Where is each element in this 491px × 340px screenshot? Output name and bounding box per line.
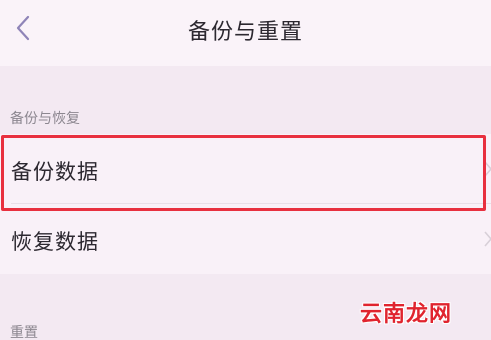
top-bar: 备份与重置: [0, 0, 491, 66]
settings-screen: 备份与重置 备份与恢复 备份数据 恢复数据 重置 云南龙网: [0, 0, 491, 340]
section-label-reset: 重置: [10, 325, 38, 340]
backup-data-item[interactable]: 备份数据: [0, 134, 491, 204]
restore-data-item[interactable]: 恢复数据: [0, 204, 491, 274]
watermark-text: 云南龙网: [360, 302, 453, 327]
chevron-right-icon: [483, 229, 491, 249]
section-label-backup-restore: 备份与恢复: [10, 111, 80, 127]
backup-restore-group: 备份数据 恢复数据: [0, 134, 491, 274]
page-title: 备份与重置: [187, 20, 303, 45]
chevron-right-icon: [483, 159, 491, 179]
restore-data-label: 恢复数据: [11, 230, 99, 254]
backup-data-label: 备份数据: [11, 160, 99, 184]
